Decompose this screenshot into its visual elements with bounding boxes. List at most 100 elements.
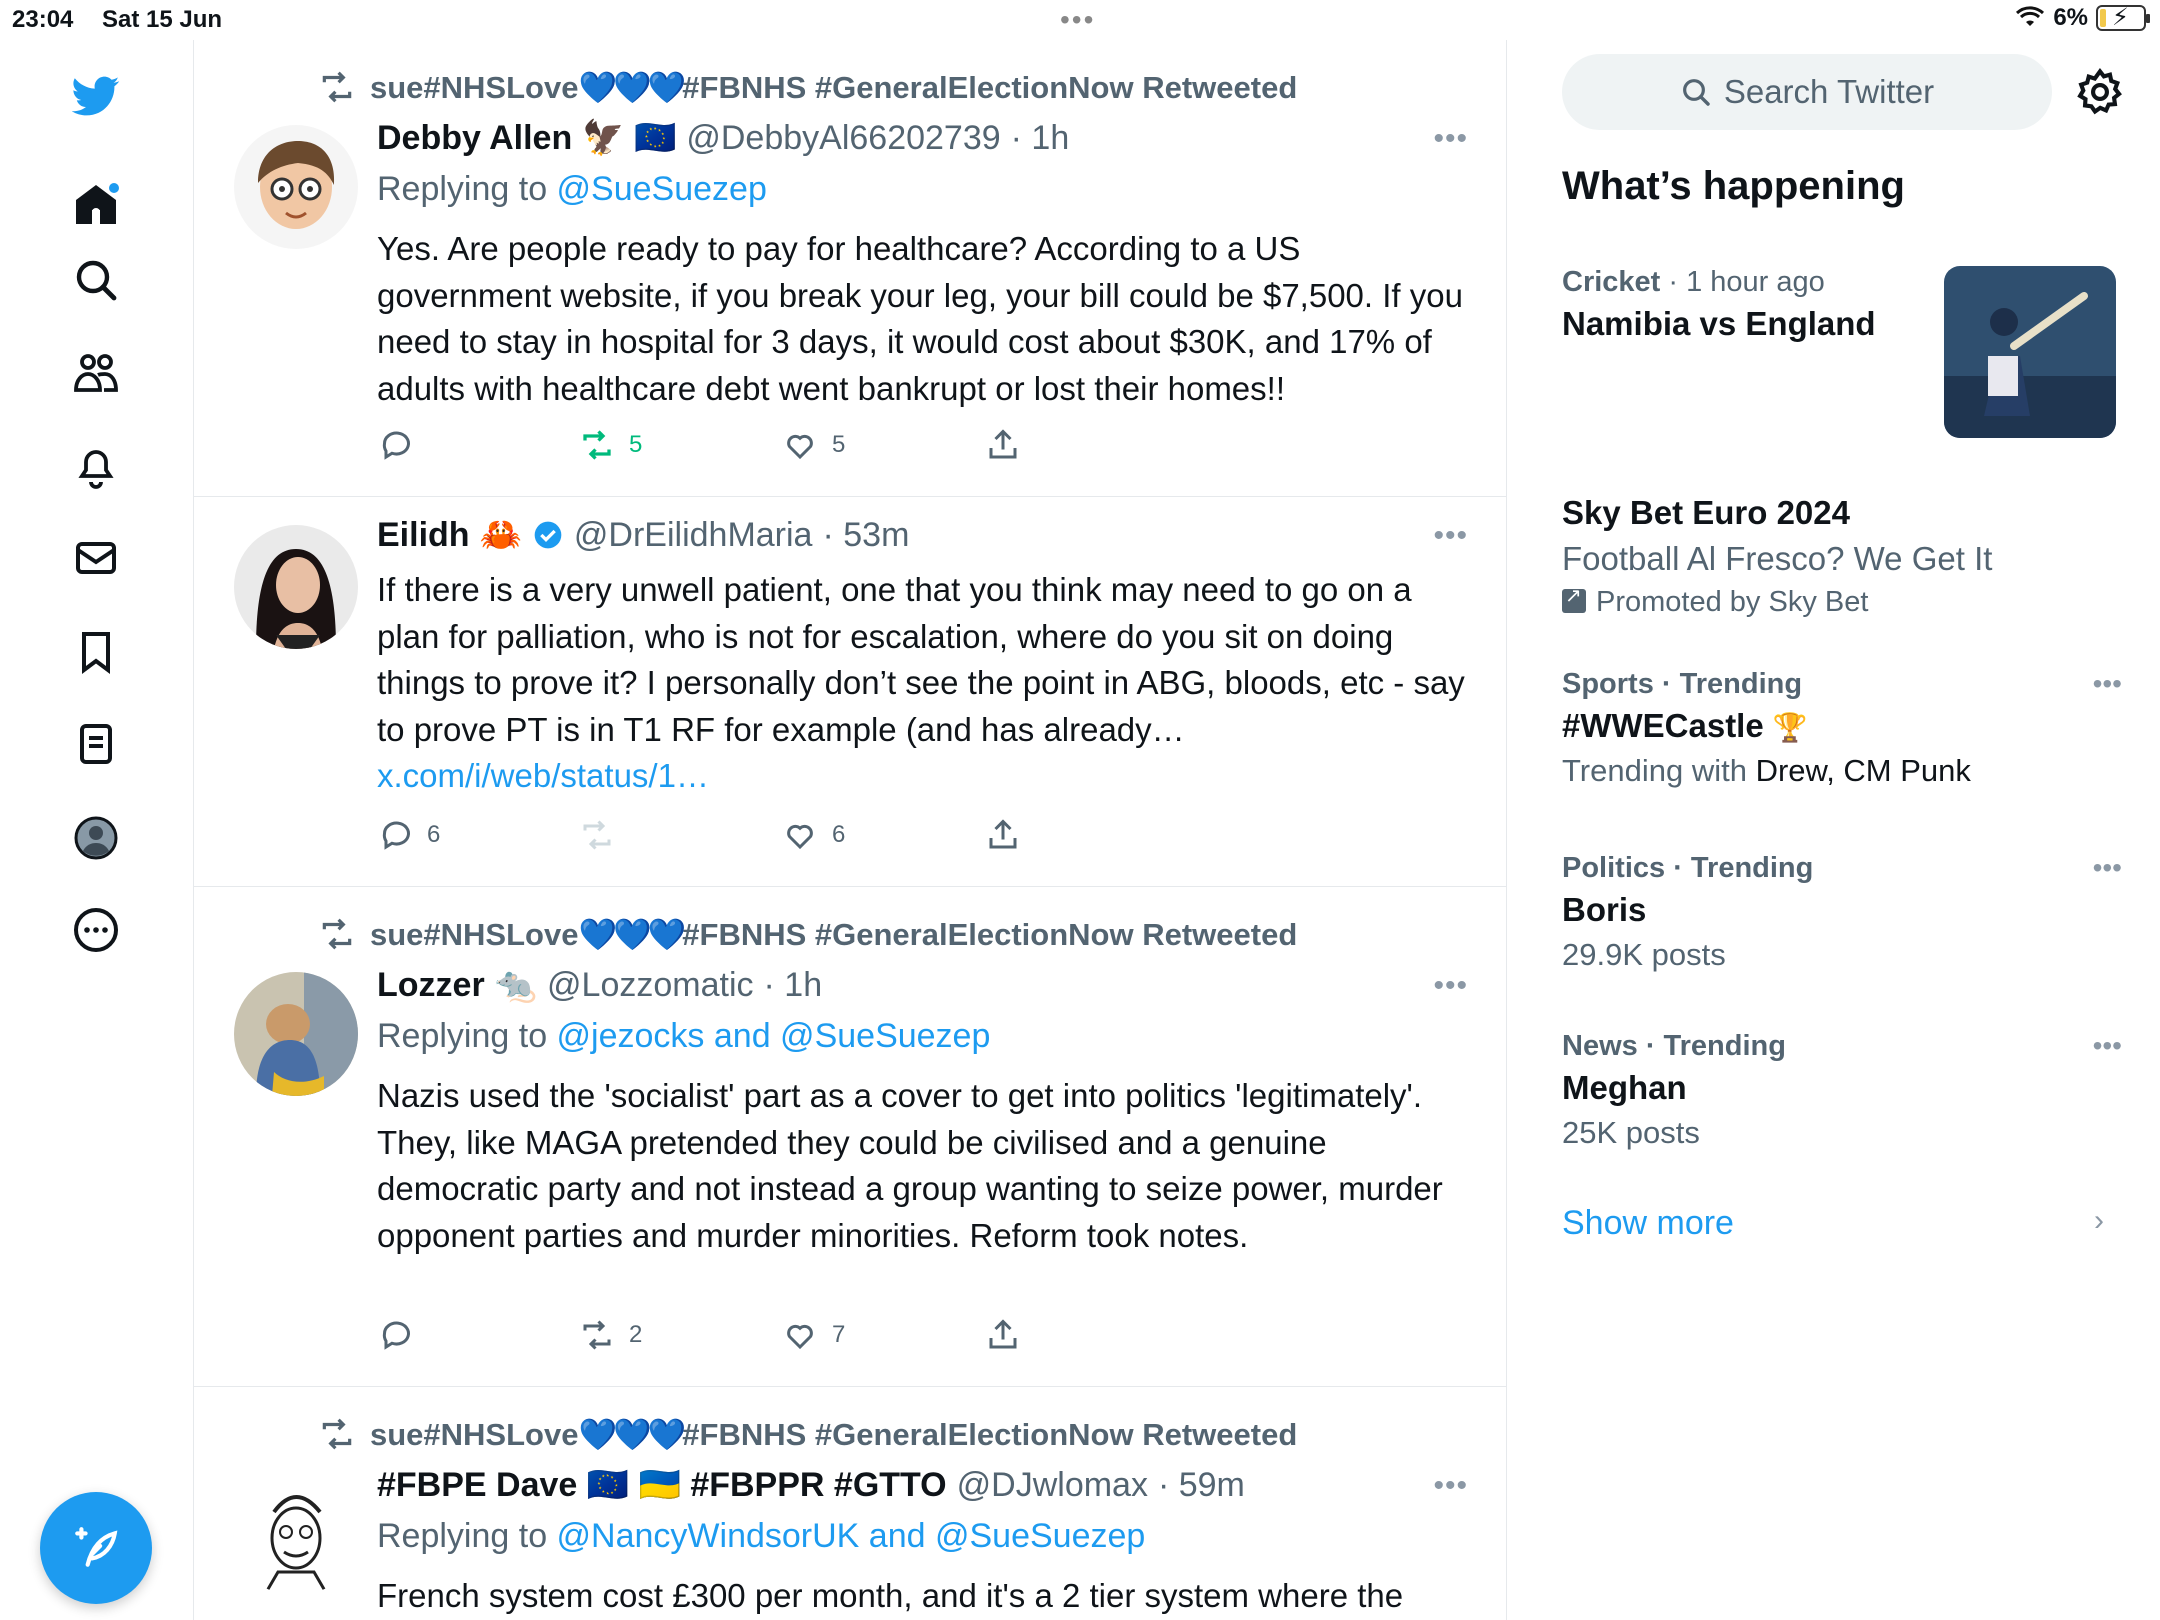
reply-to-link[interactable]: @NancyWindsorUK and @SueSuezep [557, 1517, 1146, 1555]
replying-to: Replying to @jezocks and @SueSuezep [377, 1017, 991, 1055]
like-button[interactable]: 6 [782, 817, 845, 853]
twitter-logo-icon[interactable] [66, 66, 126, 126]
retweet-icon [322, 71, 352, 103]
avatar[interactable] [234, 525, 358, 649]
reply-to-link[interactable]: @jezocks and @SueSuezep [557, 1017, 991, 1055]
retweeter-name[interactable]: sue#NHSLove [370, 70, 578, 105]
tweet-text: French system cost £300 per month, and i… [377, 1577, 1404, 1614]
reply-icon [382, 821, 410, 850]
tweet-more-icon[interactable]: ••• [1433, 519, 1468, 553]
tweet[interactable]: sue#NHSLove💙💙💙#FBNHS #GeneralElectionNow… [194, 1387, 1506, 1620]
tweet-time[interactable]: · 1h [764, 966, 823, 1005]
profile-icon[interactable] [66, 808, 126, 868]
tweet-actions: 5 5 [377, 427, 1017, 467]
status-bar: 23:04 Sat 15 Jun ••• 6% ⚡ [0, 0, 2160, 40]
tweet-more-icon[interactable]: ••• [1433, 122, 1468, 156]
tweet-header: Debby Allen 🦅 🇪🇺 @DebbyAl66202739 · 1h [377, 118, 1069, 158]
avatar[interactable] [234, 972, 358, 1096]
notifications-icon[interactable] [66, 436, 126, 496]
reply-button[interactable] [377, 1317, 427, 1353]
trend-item[interactable]: Politics · Trending ••• Boris 29.9K post… [1562, 852, 2122, 973]
retweet-context: sue#NHSLove💙💙💙#FBNHS #GeneralElectionNow… [318, 68, 1297, 106]
author-handle[interactable]: @DebbyAl66202739 [686, 119, 1000, 158]
author-name[interactable]: #FBPE Dave 🇪🇺 🇺🇦 #FBPPR #GTTO [377, 1465, 947, 1505]
trend-thumbnail-image[interactable] [1944, 266, 2116, 438]
home-icon[interactable] [66, 174, 126, 234]
share-button[interactable] [985, 817, 1021, 853]
trend-item[interactable]: News · Trending ••• Meghan 25K posts [1562, 1030, 2122, 1151]
retweet-icon [322, 1418, 352, 1450]
compose-icon [75, 1527, 118, 1567]
trend-subtitle: Trending with Drew, CM Punk [1562, 753, 1971, 788]
tweet-header: Eilidh 🦀 @DrEilidhMaria · 53m [377, 515, 909, 555]
tweet-link[interactable]: x.com/i/web/status/1… [377, 757, 709, 794]
share-icon [989, 819, 1017, 849]
trend-title: #WWECastle 🏆 [1562, 707, 1808, 744]
reply-count: 6 [427, 821, 441, 848]
retweet-button[interactable]: 2 [579, 1317, 642, 1353]
search-icon[interactable] [66, 250, 126, 310]
gear-icon[interactable] [2074, 66, 2126, 118]
promoted-trend[interactable]: Sky Bet Euro 2024 Football Al Fresco? We… [1562, 488, 2122, 619]
trend-more-icon[interactable]: ••• [2093, 668, 2122, 700]
more-options-icon[interactable] [66, 900, 126, 960]
retweet-context: sue#NHSLove💙💙💙#FBNHS #GeneralElectionNow… [318, 1415, 1297, 1453]
author-handle[interactable]: @Lozzomatic [547, 966, 753, 1005]
avatar[interactable] [234, 125, 358, 249]
share-button[interactable] [985, 1317, 1021, 1353]
like-count: 5 [832, 431, 846, 458]
retweet-icon [583, 430, 611, 460]
reply-button[interactable]: 6 [377, 817, 440, 853]
timeline: sue#NHSLove💙💙💙#FBNHS #GeneralElectionNow… [193, 40, 1507, 1620]
author-name[interactable]: Eilidh [377, 516, 470, 555]
tweet[interactable]: sue#NHSLove💙💙💙#FBNHS #GeneralElectionNow… [194, 887, 1506, 1387]
trend-title: Meghan [1562, 1069, 1687, 1106]
heart-icon [787, 434, 813, 460]
multitasking-dots-icon[interactable]: ••• [1060, 4, 1095, 36]
status-date: Sat 15 Jun [102, 6, 223, 33]
tweet-actions: 2 7 [377, 1317, 1017, 1357]
communities-icon[interactable] [66, 342, 126, 402]
reply-to-link[interactable]: @SueSuezep [557, 170, 767, 208]
tweet[interactable]: sue#NHSLove💙💙💙#FBNHS #GeneralElectionNow… [194, 40, 1506, 497]
trend-item[interactable]: Sports · Trending ••• #WWECastle 🏆 Trend… [1562, 668, 2122, 789]
tweet-time[interactable]: · 1h [1011, 119, 1070, 158]
promoted-label: Promoted by Sky Bet [1562, 583, 2122, 619]
like-button[interactable]: 7 [782, 1317, 845, 1353]
retweeter-name[interactable]: sue#NHSLove [370, 1417, 578, 1452]
trend-post-count: 29.9K posts [1562, 937, 1726, 972]
trend-meta: Sports · Trending [1562, 668, 1803, 700]
reply-button[interactable] [377, 427, 427, 463]
tweet-more-icon[interactable]: ••• [1433, 969, 1468, 1003]
retweet-icon [583, 1320, 611, 1350]
tweet-more-icon[interactable]: ••• [1433, 1469, 1468, 1503]
retweet-icon [322, 918, 352, 950]
search-placeholder: Search Twitter [1723, 73, 1935, 110]
author-handle[interactable]: @DrEilidhMaria [574, 516, 813, 555]
trend-title: Sky Bet Euro 2024 [1562, 494, 1850, 531]
tweet-time[interactable]: · 59m [1158, 1466, 1245, 1505]
lists-icon[interactable] [66, 714, 126, 774]
search-input[interactable]: Search Twitter [1562, 54, 2052, 130]
retweet-button[interactable]: 5 [579, 427, 642, 463]
like-button[interactable]: 5 [782, 427, 845, 463]
author-handle[interactable]: @DJwlomax [957, 1466, 1148, 1505]
status-time: 23:04 [12, 6, 74, 33]
share-button[interactable] [985, 427, 1021, 463]
heart-icon [787, 824, 813, 850]
bookmarks-icon[interactable] [66, 622, 126, 682]
avatar[interactable] [234, 1472, 358, 1596]
author-name[interactable]: Debby Allen [377, 119, 572, 158]
trend-more-icon[interactable]: ••• [2093, 852, 2122, 884]
trend-meta: Politics · Trending [1562, 852, 1814, 884]
show-more-link[interactable]: Show more [1562, 1204, 1734, 1243]
author-name[interactable]: Lozzer [377, 966, 485, 1005]
compose-tweet-button[interactable] [40, 1492, 152, 1604]
messages-icon[interactable] [66, 528, 126, 588]
trend-more-icon[interactable]: ••• [2093, 1030, 2122, 1062]
share-icon [989, 1319, 1017, 1349]
tweet[interactable]: Eilidh 🦀 @DrEilidhMaria · 53m ••• If the… [194, 497, 1506, 887]
tweet-time[interactable]: · 53m [822, 516, 909, 555]
replying-to: Replying to @SueSuezep [377, 170, 767, 208]
retweeter-name[interactable]: sue#NHSLove [370, 917, 578, 952]
